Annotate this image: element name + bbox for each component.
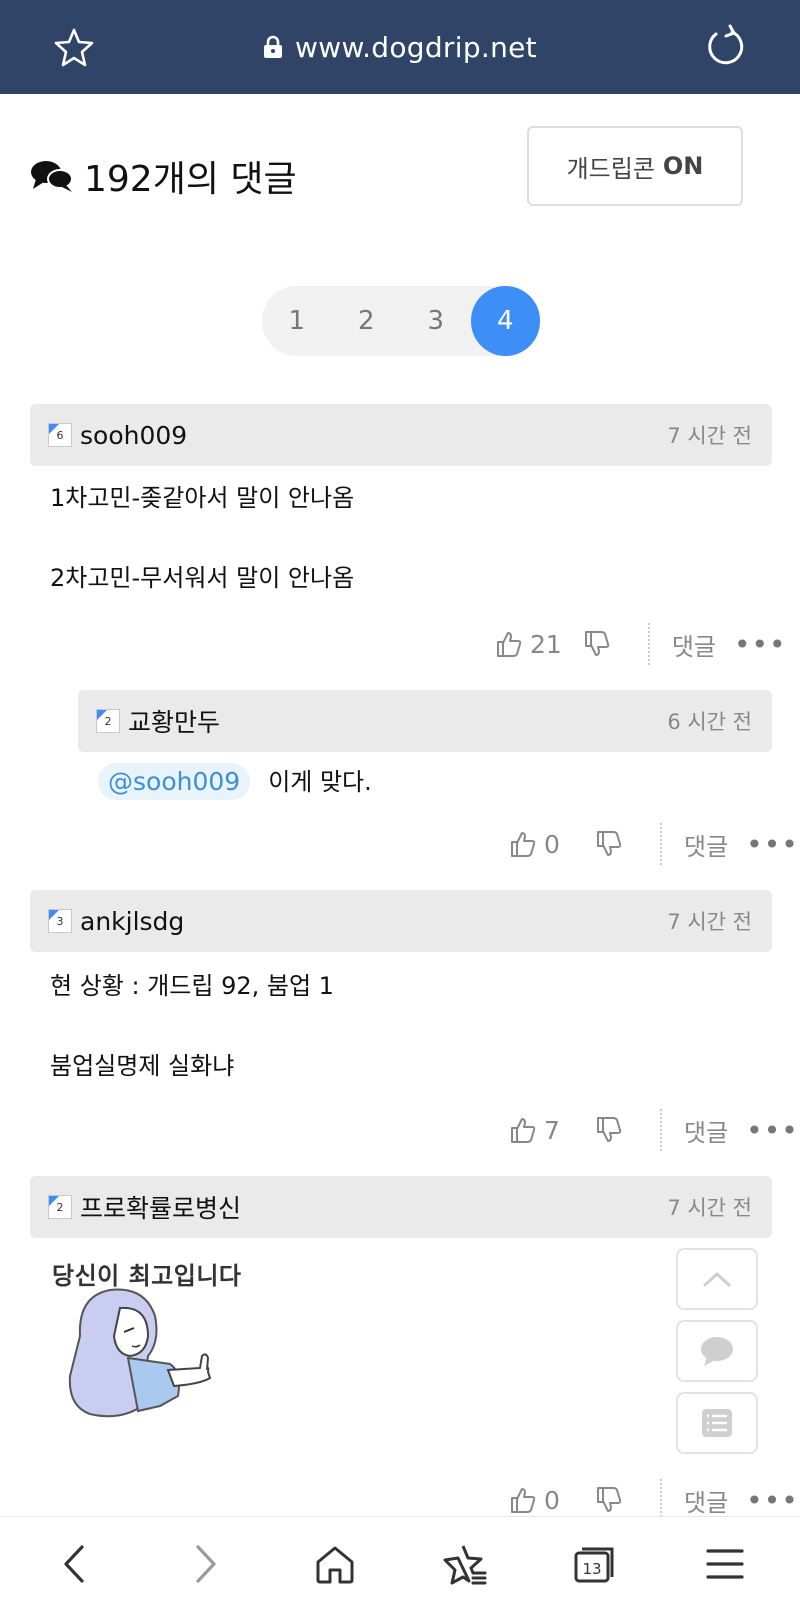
thumbs-up-icon[interactable] xyxy=(510,1116,536,1144)
more-icon[interactable]: ••• xyxy=(734,628,787,661)
chevron-up-icon xyxy=(703,1272,731,1287)
comment-header: 2 프로확률로병신 7 시간 전 xyxy=(30,1176,772,1238)
comments-icon xyxy=(31,161,73,192)
comment-body: 1차고민-좆같아서 말이 안나옴 2차고민-무서워서 말이 안나옴 xyxy=(50,478,354,598)
menu-button[interactable] xyxy=(700,1539,750,1589)
comment-header: 3 ankjlsdg 7 시간 전 xyxy=(30,890,772,952)
browser-bottom-bar: 13 xyxy=(0,1516,800,1608)
bookmarks-icon xyxy=(443,1545,487,1585)
reply-button[interactable]: 댓글 xyxy=(684,1113,728,1148)
comment-body: 현 상황 : 개드립 92, 붐업 1 붐업실명제 실화냐 xyxy=(50,966,334,1086)
comment-line: 1차고민-좆같아서 말이 안나옴 xyxy=(50,484,355,512)
page-3[interactable]: 3 xyxy=(401,286,471,356)
comment-time: 7 시간 전 xyxy=(667,910,752,934)
thumbs-up-icon[interactable] xyxy=(510,1486,536,1514)
comment-line xyxy=(50,1006,334,1046)
comment-time: 7 시간 전 xyxy=(667,1196,752,1220)
scroll-top-button[interactable] xyxy=(676,1248,758,1310)
reload-icon[interactable] xyxy=(702,24,748,70)
comments-count-title: 192개의 댓글 xyxy=(84,159,297,200)
comment-author[interactable]: 프로확률로병신 xyxy=(80,1189,241,1225)
level-badge: 2 xyxy=(96,709,120,733)
dogdrip-toggle-label: 개드립콘 xyxy=(566,154,655,183)
thumbs-up-icon[interactable] xyxy=(496,630,522,658)
divider xyxy=(647,623,650,665)
forward-icon xyxy=(196,1545,216,1583)
pagination: 1 2 3 4 xyxy=(262,286,540,356)
comment-text: 이게 맞다. xyxy=(268,768,372,796)
comment-header: 2 교황만두 6 시간 전 xyxy=(78,690,772,752)
list-button[interactable] xyxy=(676,1392,758,1454)
comment-body: @sooh009 이게 맞다. xyxy=(98,762,372,800)
tabs-button[interactable]: 13 xyxy=(570,1539,620,1589)
more-icon[interactable]: ••• xyxy=(746,1114,799,1147)
thumbs-down-icon[interactable] xyxy=(596,830,622,858)
thumbs-down-icon[interactable] xyxy=(596,1486,622,1514)
thumbs-down-icon[interactable] xyxy=(596,1116,622,1144)
comment-bubble-icon xyxy=(701,1337,733,1366)
comment-line: 2차고민-무서워서 말이 안나옴 xyxy=(50,564,355,592)
address-bar[interactable]: www.dogdrip.net xyxy=(263,31,537,64)
reply-button[interactable]: 댓글 xyxy=(684,1483,728,1518)
dogdrip-con-toggle-button[interactable]: 개드립콘 ON xyxy=(527,126,743,206)
like-count: 7 xyxy=(544,1115,560,1145)
menu-icon xyxy=(706,1549,744,1579)
like-count: 0 xyxy=(544,829,560,859)
comment-author[interactable]: sooh009 xyxy=(80,421,187,450)
comment-header: 6 sooh009 7 시간 전 xyxy=(30,404,772,466)
list-icon xyxy=(702,1409,732,1437)
like-count: 0 xyxy=(544,1485,560,1515)
comment-time: 6 시간 전 xyxy=(667,710,752,734)
tabs-count: 13 xyxy=(582,1560,601,1578)
page-1[interactable]: 1 xyxy=(262,286,332,356)
back-icon xyxy=(64,1545,84,1583)
dogdrip-toggle-state: ON xyxy=(662,152,704,180)
sticker-image xyxy=(68,1288,212,1418)
comment-jump-button[interactable] xyxy=(676,1320,758,1382)
comment-actions: 0 댓글 ••• xyxy=(510,822,799,866)
bookmarks-button[interactable] xyxy=(440,1539,490,1589)
comments-header: 192개의 댓글 xyxy=(30,150,297,202)
back-button[interactable] xyxy=(50,1539,100,1589)
level-badge: 6 xyxy=(48,423,72,447)
star-icon[interactable] xyxy=(52,26,96,70)
divider xyxy=(660,1479,662,1521)
level-badge: 3 xyxy=(48,909,72,933)
lock-icon xyxy=(264,35,283,58)
tabs-icon: 13 xyxy=(574,1547,614,1583)
url-text: www.dogdrip.net xyxy=(295,30,537,64)
mention-tag[interactable]: @sooh009 xyxy=(98,763,251,800)
comment-time: 7 시간 전 xyxy=(667,424,752,448)
more-icon[interactable]: ••• xyxy=(746,1484,799,1517)
comment-line: 현 상황 : 개드립 92, 붐업 1 xyxy=(50,972,334,1000)
thumbs-down-icon[interactable] xyxy=(584,630,610,658)
home-icon xyxy=(316,1546,354,1584)
page-4-active[interactable]: 4 xyxy=(470,286,540,356)
more-icon[interactable]: ••• xyxy=(746,828,799,861)
like-count: 21 xyxy=(530,629,562,659)
divider xyxy=(660,1109,662,1151)
home-button[interactable] xyxy=(310,1539,360,1589)
comment-line: 붐업실명제 실화냐 xyxy=(50,1052,235,1080)
divider xyxy=(660,823,662,865)
level-badge: 2 xyxy=(48,1195,72,1219)
reply-button[interactable]: 댓글 xyxy=(672,627,716,662)
comment-actions: 21 댓글 ••• xyxy=(496,622,787,666)
comment-author[interactable]: 교황만두 xyxy=(128,703,220,739)
page-2[interactable]: 2 xyxy=(332,286,402,356)
comment-line xyxy=(50,518,354,558)
browser-top-bar: www.dogdrip.net xyxy=(0,0,800,94)
forward-button[interactable] xyxy=(180,1539,230,1589)
comment-author[interactable]: ankjlsdg xyxy=(80,907,184,936)
thumbs-up-icon[interactable] xyxy=(510,830,536,858)
reply-button[interactable]: 댓글 xyxy=(684,827,728,862)
comment-actions: 7 댓글 ••• xyxy=(510,1108,799,1152)
